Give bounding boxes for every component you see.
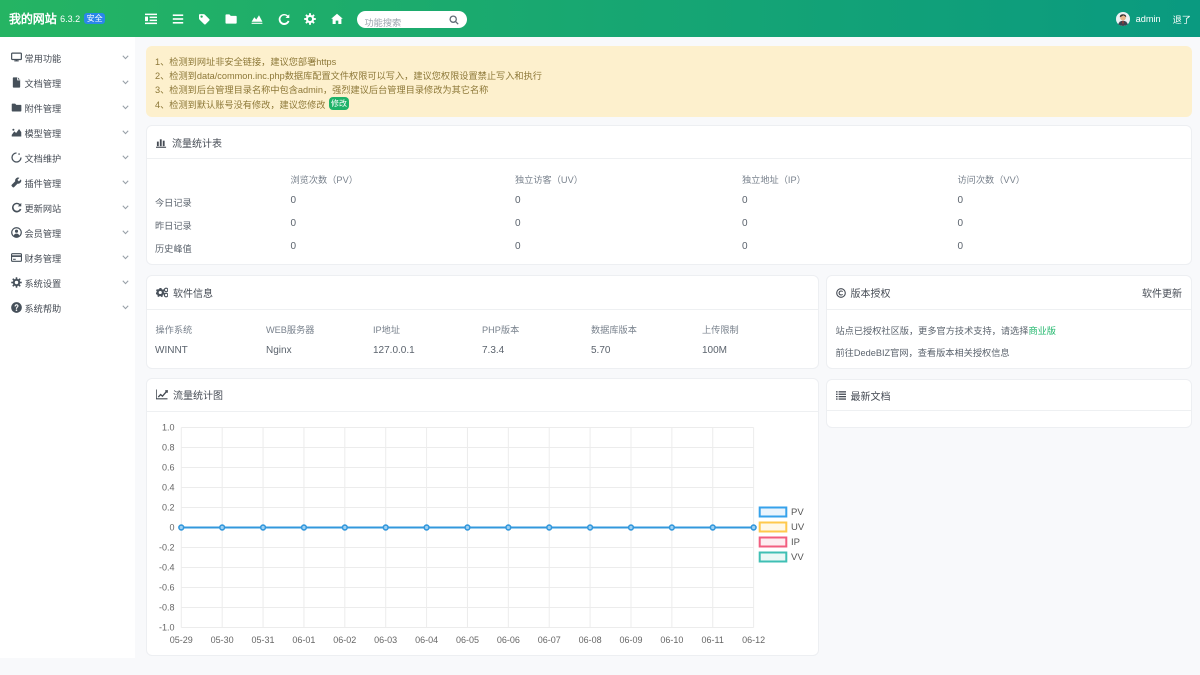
svg-text:VV: VV <box>791 552 804 563</box>
svg-text:06-09: 06-09 <box>619 635 642 645</box>
svg-text:0: 0 <box>169 523 174 533</box>
svg-text:-0.6: -0.6 <box>159 583 175 593</box>
svg-text:PV: PV <box>791 507 804 518</box>
svg-text:06-01: 06-01 <box>292 635 315 645</box>
svg-text:-0.2: -0.2 <box>159 543 175 553</box>
svg-text:-0.8: -0.8 <box>159 603 175 613</box>
svg-text:0.8: 0.8 <box>162 443 175 453</box>
svg-text:-0.4: -0.4 <box>159 563 175 573</box>
svg-text:06-11: 06-11 <box>702 635 724 645</box>
svg-text:05-29: 05-29 <box>170 635 193 645</box>
svg-text:06-03: 06-03 <box>374 635 397 645</box>
svg-text:06-08: 06-08 <box>579 635 602 645</box>
svg-text:06-10: 06-10 <box>660 635 683 645</box>
svg-text:06-06: 06-06 <box>497 635 520 645</box>
svg-text:IP: IP <box>791 537 800 548</box>
svg-text:1.0: 1.0 <box>162 423 175 433</box>
svg-text:-1.0: -1.0 <box>159 623 175 633</box>
svg-text:0.2: 0.2 <box>162 503 175 513</box>
svg-text:UV: UV <box>791 522 805 533</box>
svg-text:05-30: 05-30 <box>211 635 234 645</box>
svg-text:06-07: 06-07 <box>538 635 561 645</box>
svg-text:06-04: 06-04 <box>415 635 438 645</box>
svg-text:06-02: 06-02 <box>333 635 356 645</box>
svg-text:0.4: 0.4 <box>162 483 175 493</box>
svg-text:05-31: 05-31 <box>252 635 275 645</box>
svg-text:06-05: 06-05 <box>456 635 479 645</box>
svg-text:0.6: 0.6 <box>162 463 175 473</box>
svg-text:06-12: 06-12 <box>742 635 765 645</box>
